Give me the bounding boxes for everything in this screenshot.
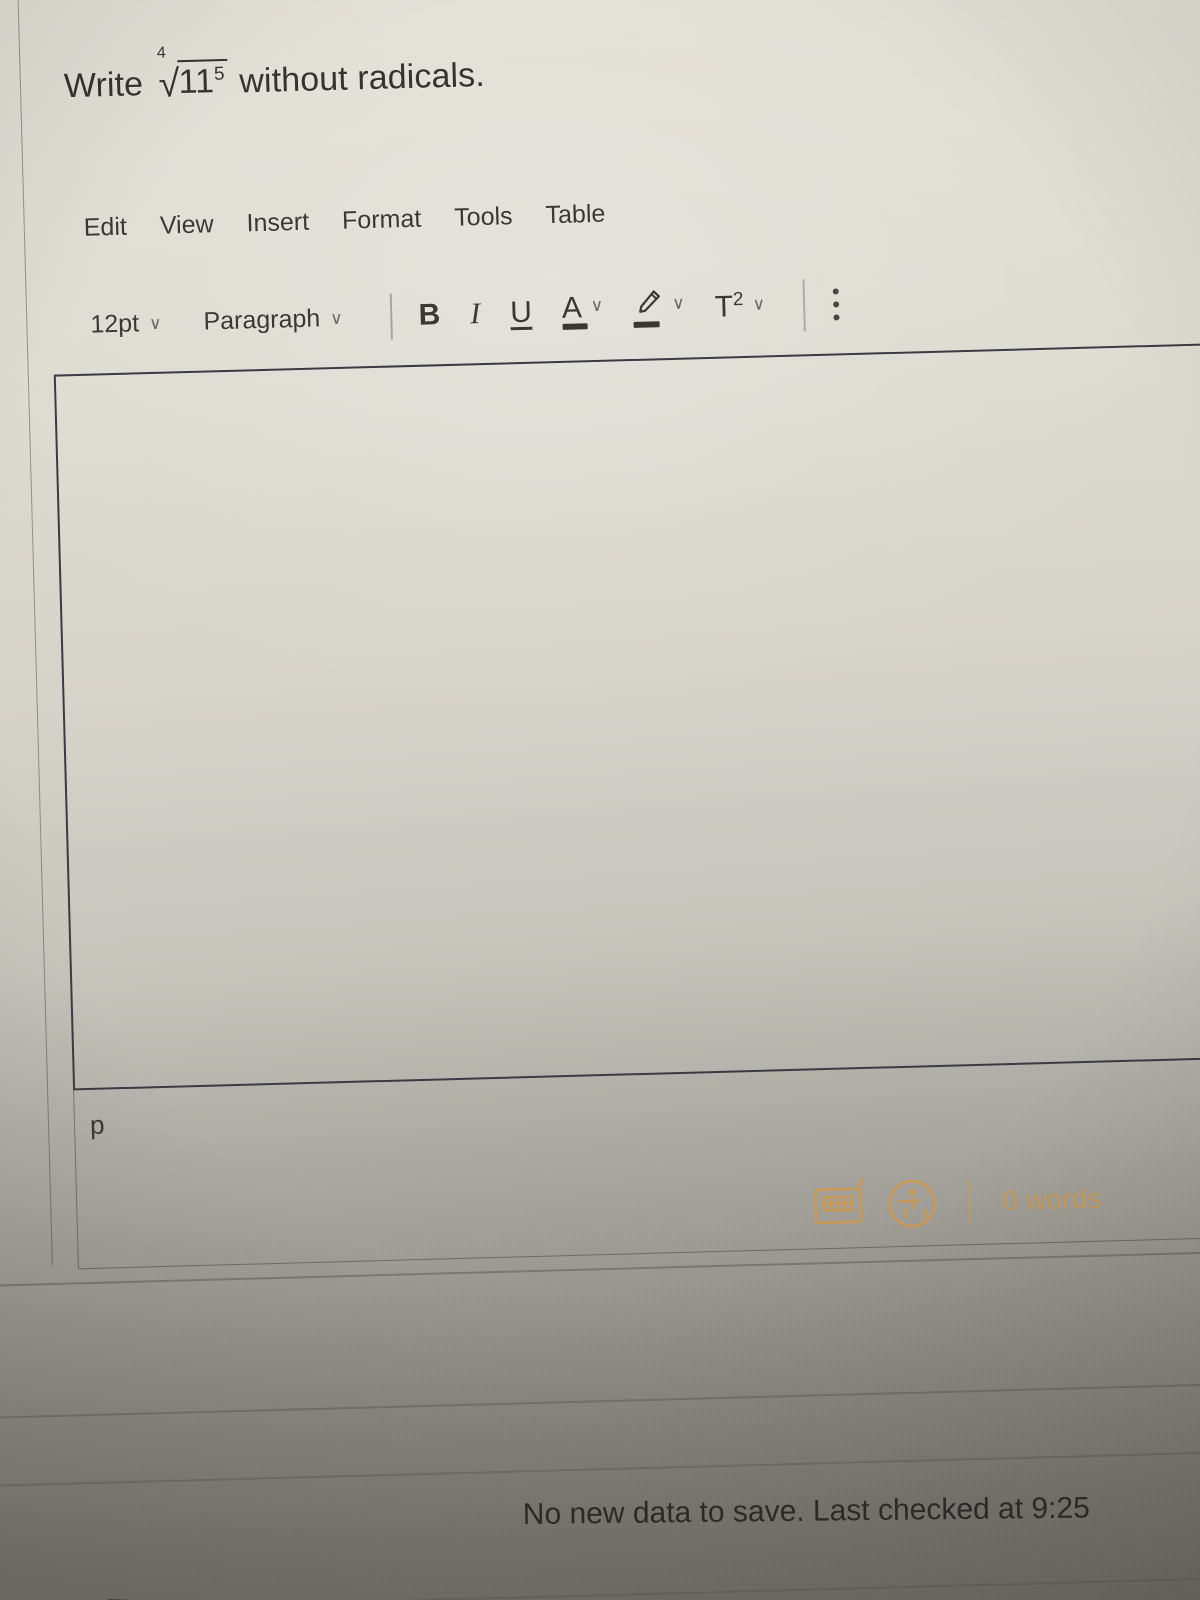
a11y-arms	[898, 1199, 921, 1204]
radicand-base: 11	[178, 62, 215, 102]
superscript-button[interactable]: T2 ∨	[714, 289, 765, 324]
element-path[interactable]: p	[90, 1110, 105, 1141]
menu-item-table[interactable]: Table	[545, 200, 606, 231]
panel-divider	[0, 1381, 1200, 1420]
chevron-down-icon: ∨	[590, 295, 604, 316]
chevron-down-icon: ∨	[671, 293, 685, 313]
panel-divider	[0, 1449, 1200, 1488]
block-format-dropdown[interactable]: Paragraph ∨	[203, 303, 343, 336]
accessibility-checker-icon[interactable]	[887, 1179, 938, 1229]
statusbar-divider	[967, 1180, 972, 1225]
chevron-down-icon: ∨	[148, 313, 162, 333]
highlight-color-swatch	[633, 321, 660, 328]
question-prompt: Write 4 √115 without radicals.	[63, 45, 486, 106]
font-size-value: 12pt	[90, 308, 140, 339]
superscript-exponent: 2	[732, 288, 744, 311]
format-toolbar: 12pt ∨ Paragraph ∨ B I U A ∨ ∨ T2 ∨	[90, 278, 846, 350]
kebab-dot	[833, 314, 840, 321]
toolbar-divider	[802, 279, 806, 332]
editor-screen: Write 4 √115 without radicals. Edit View…	[0, 0, 1200, 1600]
superscript-base: T	[714, 290, 734, 324]
bold-button[interactable]: B	[418, 298, 441, 333]
highlight-color-button[interactable]: ∨	[633, 287, 686, 332]
photographed-screen: Write 4 √115 without radicals. Edit View…	[0, 0, 1200, 1600]
rich-text-editor-frame[interactable]	[53, 342, 1200, 1091]
toolbar-divider	[390, 293, 394, 340]
menu-item-insert[interactable]: Insert	[246, 208, 309, 239]
page-edge-line	[16, 0, 53, 1266]
radicand-exponent: 5	[213, 63, 225, 85]
block-format-value: Paragraph	[203, 303, 321, 336]
text-color-icon: A	[561, 291, 588, 330]
text-color-button[interactable]: A ∨	[561, 291, 604, 332]
radicand: 115	[177, 58, 229, 103]
font-size-dropdown[interactable]: 12pt ∨	[90, 308, 162, 339]
menu-item-format[interactable]: Format	[342, 205, 422, 236]
chevron-down-icon: ∨	[329, 308, 343, 328]
menu-item-edit[interactable]: Edit	[83, 213, 127, 243]
question-suffix: without radicals.	[238, 55, 486, 101]
text-color-letter: A	[561, 291, 583, 325]
word-count[interactable]: 0 words	[1002, 1183, 1102, 1218]
a11y-legs	[904, 1208, 927, 1219]
more-options-icon[interactable]	[827, 286, 846, 322]
panel-divider	[0, 1575, 1200, 1600]
radical-index: 4	[156, 44, 167, 62]
menu-item-tools[interactable]: Tools	[454, 202, 513, 233]
question-prefix: Write	[63, 65, 144, 106]
editor-content-area[interactable]	[56, 344, 1200, 1088]
a11y-head	[908, 1188, 916, 1196]
save-status-text: No new data to save. Last checked at 9:2…	[522, 1491, 1090, 1531]
menubar: Edit View Insert Format Tools Table	[83, 200, 605, 243]
editor-statusbar	[73, 1054, 1200, 1270]
kebab-dot	[832, 288, 839, 295]
menu-item-view[interactable]: View	[159, 210, 214, 240]
statusbar-tools: 0 words	[814, 1175, 1103, 1231]
highlighter-pen-icon	[633, 287, 664, 328]
radical-expression: 4 √115	[157, 45, 229, 106]
kebab-dot	[833, 301, 840, 308]
underline-button[interactable]: U	[510, 296, 533, 331]
keyboard-shortcuts-icon[interactable]	[814, 1187, 864, 1225]
italic-button[interactable]: I	[470, 297, 481, 331]
chevron-down-icon: ∨	[752, 294, 766, 314]
superscript-icon: T2	[714, 288, 744, 325]
text-color-swatch	[562, 323, 588, 330]
